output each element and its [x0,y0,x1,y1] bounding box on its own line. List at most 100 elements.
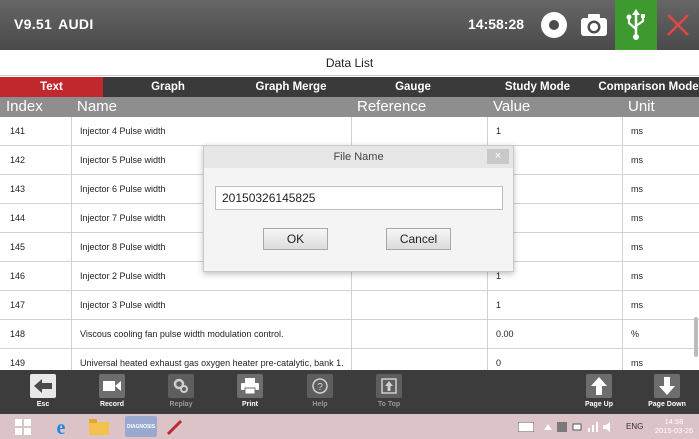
table-row[interactable]: 147 Injector 3 Pulse width 1 ms [0,291,699,320]
cell-unit: ms [622,233,699,262]
record-data-button[interactable]: Record [82,370,142,414]
clock-readout: 14:58:28 [468,16,525,32]
cell-index: 143 [10,184,26,194]
print-label: Print [242,401,258,408]
column-header-index: Index [6,98,43,115]
tab-gauge[interactable]: Gauge [349,77,477,97]
cell-unit: ms [622,204,699,233]
page-up-button[interactable]: Page Up [569,370,629,414]
version-label: V9.51 AUDI [14,16,94,32]
language-indicator[interactable]: ENG [626,422,643,431]
bottom-toolbar: Esc Record Replay Print ? Help To Top Pa… [0,370,699,414]
replay-button[interactable]: Replay [151,370,211,414]
tab-text[interactable]: Text [0,77,103,97]
print-button[interactable]: Print [220,370,280,414]
cell-index: 142 [10,155,26,165]
paint-taskbar-button[interactable] [163,416,187,437]
record-button[interactable] [535,5,573,45]
tab-graph-merge[interactable]: Graph Merge [233,77,349,97]
cell-unit: ms [622,262,699,291]
scrollbar-thumb[interactable] [694,317,698,357]
tab-study-mode[interactable]: Study Mode [477,77,598,97]
replay-label: Replay [169,401,193,408]
usb-button[interactable] [615,0,657,50]
windows-logo-icon [15,418,31,435]
cell-reference [351,349,487,370]
column-header-unit: Unit [628,98,655,115]
usb-icon [626,9,645,40]
back-arrow-icon [30,374,56,398]
help-button[interactable]: ? Help [290,370,350,414]
esc-button[interactable]: Esc [13,370,73,414]
page-title: Data List [0,50,699,76]
battery-icon[interactable] [571,416,583,437]
cell-value: 0 [487,349,622,370]
browser-taskbar-button[interactable]: e [48,416,74,437]
os-taskbar: e DIAGNOSIS ENG 14:58 2015-03-26 [0,414,699,439]
svg-text:e: e [57,417,66,437]
filename-input[interactable] [215,186,503,210]
page-down-button[interactable]: Page Down [637,370,697,414]
ok-button[interactable]: OK [263,228,328,250]
taskbar-clock-time: 14:58 [664,417,684,426]
dialog-close-button[interactable]: × [487,149,509,164]
view-tabs: Text Graph Graph Merge Gauge Study Mode … [0,77,699,97]
cell-index: 146 [10,271,26,281]
tray-expand-icon[interactable] [543,416,553,437]
column-header-reference: Reference [357,98,427,115]
esc-label: Esc [36,401,50,408]
cell-index: 145 [10,242,26,252]
cell-index: 144 [10,213,26,223]
cell-unit: ms [622,146,699,175]
start-button[interactable] [12,416,34,437]
table-header: Index Name Reference Value Unit [0,97,699,117]
close-icon [667,14,689,36]
table-row[interactable]: 141 Injector 4 Pulse width 1 ms [0,117,699,146]
table-row[interactable]: 148 Viscous cooling fan pulse width modu… [0,320,699,349]
browser-e-icon: e [57,417,66,437]
folder-icon [89,418,109,435]
taskbar-clock-date: 2015-03-26 [654,426,694,435]
diagnosis-app-label: DIAGNOSIS [126,423,156,430]
column-header-name: Name [77,98,118,115]
keyboard-icon[interactable] [516,416,536,437]
version-number: V9.51 [14,16,53,32]
tab-graph[interactable]: Graph [103,77,233,97]
svg-text:?: ? [317,382,323,393]
to-top-button[interactable]: To Top [359,370,419,414]
cancel-button[interactable]: Cancel [386,228,451,250]
arrow-down-icon [654,374,680,398]
column-header-value: Value [493,98,531,115]
help-icon: ? [307,374,333,398]
volume-icon[interactable] [602,416,614,437]
signal-icon[interactable] [587,416,599,437]
exit-button[interactable] [657,0,699,50]
cell-value: 1 [487,117,622,146]
cell-index: 148 [10,329,26,339]
cell-name: Injector 4 Pulse width [71,117,351,146]
cell-reference [351,320,487,349]
cell-index: 149 [10,358,26,368]
cell-unit: % [622,320,699,349]
cell-index: 141 [10,126,26,136]
to-top-label: To Top [377,401,401,408]
cell-name: Viscous cooling fan pulse width modulati… [71,320,351,349]
cell-name: Universal heated exhaust gas oxygen heat… [71,349,351,370]
taskbar-clock[interactable]: 14:58 2015-03-26 [650,417,698,435]
cell-unit: ms [622,291,699,320]
cell-unit: ms [622,349,699,370]
printer-icon [237,374,263,398]
diagnosis-app-taskbar-button[interactable]: DIAGNOSIS [125,416,157,437]
tab-comparison-mode[interactable]: Comparison Mode [598,77,699,97]
table-row[interactable]: 149 Universal heated exhaust gas oxygen … [0,349,699,370]
flag-icon[interactable] [556,416,568,437]
page-up-label: Page Up [584,401,613,408]
camera-icon [581,14,607,36]
file-explorer-taskbar-button[interactable] [86,416,112,437]
screenshot-button[interactable] [575,5,613,45]
cell-name: Injector 3 Pulse width [71,291,351,320]
help-label: Help [312,401,328,408]
vehicle-make: AUDI [58,16,94,32]
cell-index: 147 [10,300,26,310]
brush-icon [166,419,183,435]
